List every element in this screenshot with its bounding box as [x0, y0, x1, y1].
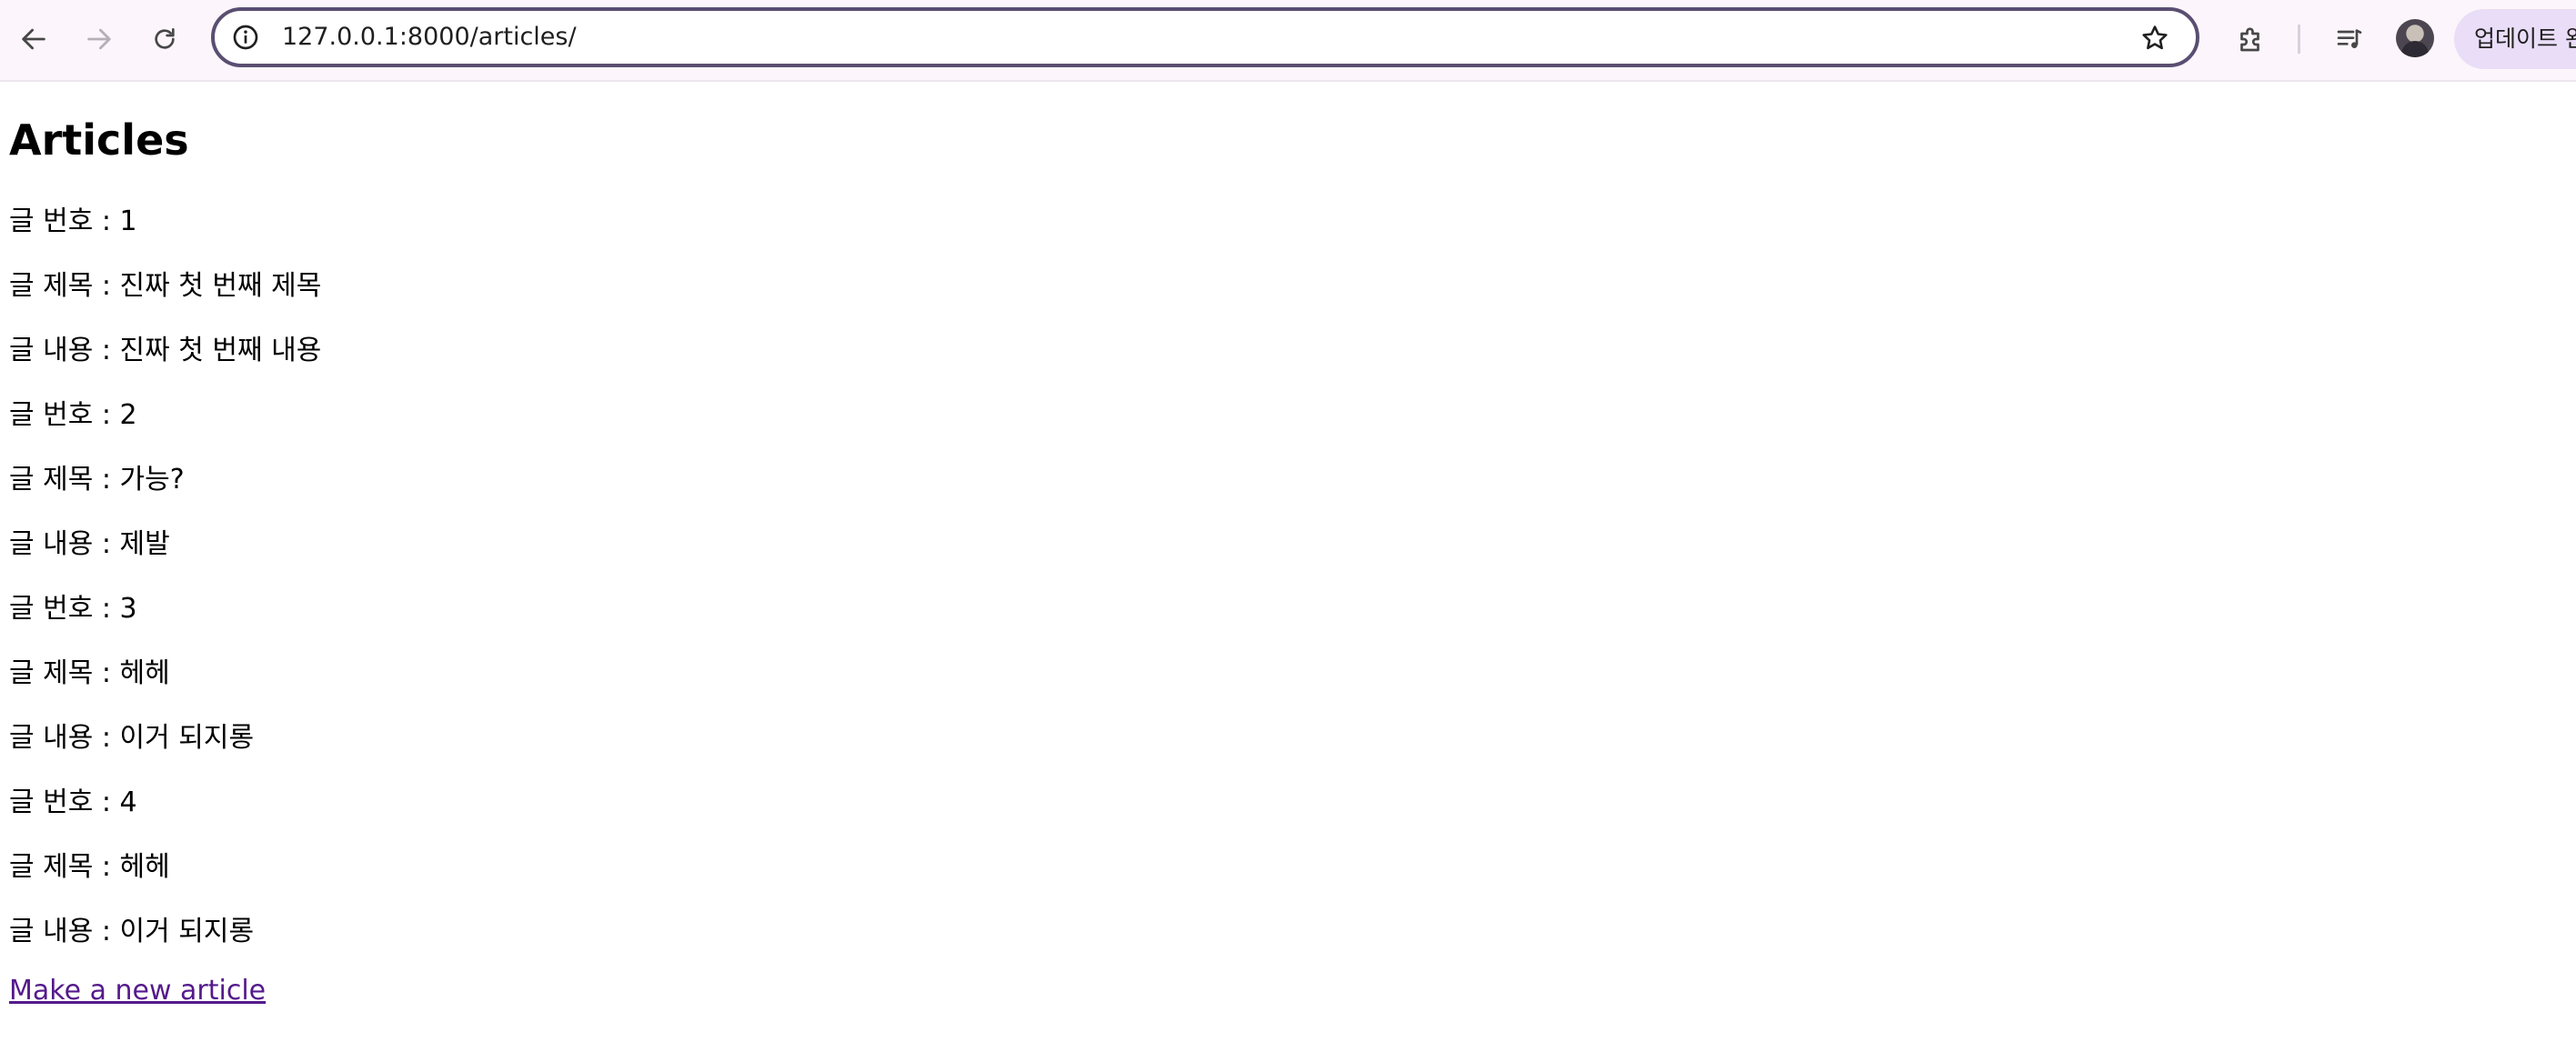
extensions-button[interactable]: [2229, 16, 2274, 62]
toolbar-divider: [2298, 25, 2300, 54]
article-id: 글 번호 : 1: [9, 205, 137, 237]
article-id: 글 번호 : 3: [9, 593, 137, 625]
article-title: 글 제목 : 헤헤: [9, 657, 170, 689]
article-title: 글 제목 : 진짜 첫 번째 제목: [9, 270, 322, 302]
article-content: 글 내용 : 진짜 첫 번째 내용: [9, 335, 322, 366]
avatar[interactable]: [2396, 19, 2434, 57]
back-button[interactable]: [11, 16, 56, 62]
article-title: 글 제목 : 가능?: [9, 464, 185, 496]
url-text[interactable]: 127.0.0.1:8000/articles/: [282, 22, 577, 53]
arrow-left-icon: [22, 28, 45, 50]
article-content: 글 내용 : 제발: [9, 528, 170, 560]
new-article-link[interactable]: Make a new article: [9, 973, 266, 1009]
page-title: Articles: [9, 115, 189, 165]
article-content: 글 내용 : 이거 되지롱: [9, 916, 255, 947]
info-icon[interactable]: [231, 23, 260, 52]
reload-button[interactable]: [142, 16, 187, 62]
star-icon[interactable]: [2139, 23, 2170, 54]
media-control-button[interactable]: [2327, 16, 2372, 62]
article-id: 글 번호 : 4: [9, 787, 137, 818]
address-bar[interactable]: 127.0.0.1:8000/articles/: [211, 7, 2199, 67]
article-id: 글 번호 : 2: [9, 399, 137, 431]
article-title: 글 제목 : 헤헤: [9, 851, 170, 883]
media-queue-icon: [2337, 29, 2362, 48]
update-button[interactable]: 업데이트 완: [2454, 9, 2576, 69]
puzzle-icon: [2240, 27, 2259, 52]
article-content: 글 내용 : 이거 되지롱: [9, 722, 255, 754]
browser-toolbar: 127.0.0.1:8000/articles/ 업데이트 완: [0, 0, 2576, 82]
forward-button[interactable]: [76, 16, 122, 62]
arrow-right-icon: [87, 28, 111, 50]
reload-icon: [155, 28, 175, 49]
